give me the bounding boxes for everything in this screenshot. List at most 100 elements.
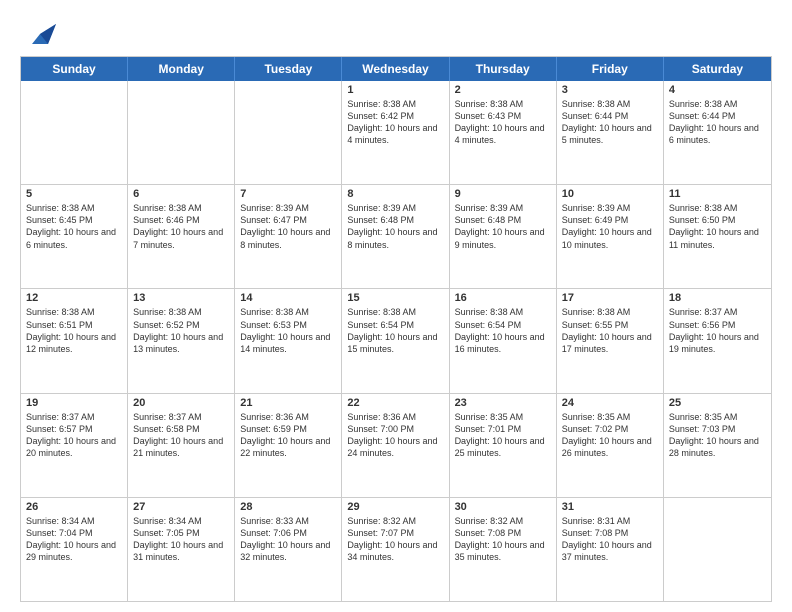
day-info: Sunrise: 8:35 AM Sunset: 7:01 PM Dayligh… — [455, 411, 551, 460]
day-header-thursday: Thursday — [450, 57, 557, 81]
day-info: Sunrise: 8:37 AM Sunset: 6:57 PM Dayligh… — [26, 411, 122, 460]
logo — [20, 16, 56, 48]
day-number: 24 — [562, 397, 658, 409]
day-cell-2: 2 Sunrise: 8:38 AM Sunset: 6:43 PM Daylig… — [450, 81, 557, 184]
day-cell-13: 13Sunrise: 8:38 AM Sunset: 6:52 PM Dayli… — [128, 289, 235, 392]
calendar-body: 1 Sunrise: 8:38 AM Sunset: 6:42 PM Daylig… — [21, 81, 771, 601]
day-cell-7: 7 Sunrise: 8:39 AM Sunset: 6:47 PM Daylig… — [235, 185, 342, 288]
day-header-friday: Friday — [557, 57, 664, 81]
day-cell-9: 9 Sunrise: 8:39 AM Sunset: 6:48 PM Daylig… — [450, 185, 557, 288]
day-info: Sunrise: 8:39 AM Sunset: 6:47 PM Dayligh… — [240, 202, 336, 251]
day-cell-23: 23 Sunrise: 8:35 AM Sunset: 7:01 PM Dayli… — [450, 394, 557, 497]
calendar-row-0: 1 Sunrise: 8:38 AM Sunset: 6:42 PM Daylig… — [21, 81, 771, 184]
day-info: Sunrise: 8:31 AM Sunset: 7:08 PM Dayligh… — [562, 515, 658, 564]
day-cell-17: 17 Sunrise: 8:38 AM Sunset: 6:55 PM Dayli… — [557, 289, 664, 392]
day-cell-12: 12Sunrise: 8:38 AM Sunset: 6:51 PM Dayli… — [21, 289, 128, 392]
day-cell-28: 28Sunrise: 8:33 AM Sunset: 7:06 PM Dayli… — [235, 498, 342, 601]
day-number: 10 — [562, 188, 658, 200]
day-number: 27 — [133, 501, 229, 513]
day-cell-5: 5 Sunrise: 8:38 AM Sunset: 6:45 PM Daylig… — [21, 185, 128, 288]
day-number: 7 — [240, 188, 336, 200]
day-info: Sunrise: 8:38 AM Sunset: 6:54 PM Dayligh… — [455, 306, 551, 355]
day-number: 6 — [133, 188, 229, 200]
empty-cell — [664, 498, 771, 601]
day-info: Sunrise: 8:38 AM Sunset: 6:54 PM Dayligh… — [347, 306, 443, 355]
page: SundayMondayTuesdayWednesdayThursdayFrid… — [0, 0, 792, 612]
empty-cell — [21, 81, 128, 184]
day-info: Sunrise: 8:38 AM Sunset: 6:43 PM Dayligh… — [455, 98, 551, 147]
day-number: 30 — [455, 501, 551, 513]
day-number: 31 — [562, 501, 658, 513]
day-number: 1 — [347, 84, 443, 96]
day-number: 14 — [240, 292, 336, 304]
day-info: Sunrise: 8:38 AM Sunset: 6:53 PM Dayligh… — [240, 306, 336, 355]
day-number: 21 — [240, 397, 336, 409]
day-info: Sunrise: 8:38 AM Sunset: 6:55 PM Dayligh… — [562, 306, 658, 355]
day-info: Sunrise: 8:38 AM Sunset: 6:46 PM Dayligh… — [133, 202, 229, 251]
day-number: 22 — [347, 397, 443, 409]
day-info: Sunrise: 8:36 AM Sunset: 6:59 PM Dayligh… — [240, 411, 336, 460]
empty-cell — [235, 81, 342, 184]
day-header-sunday: Sunday — [21, 57, 128, 81]
day-number: 23 — [455, 397, 551, 409]
day-cell-24: 24Sunrise: 8:35 AM Sunset: 7:02 PM Dayli… — [557, 394, 664, 497]
day-header-wednesday: Wednesday — [342, 57, 449, 81]
day-number: 17 — [562, 292, 658, 304]
day-info: Sunrise: 8:38 AM Sunset: 6:42 PM Dayligh… — [347, 98, 443, 147]
day-number: 5 — [26, 188, 122, 200]
day-cell-8: 8 Sunrise: 8:39 AM Sunset: 6:48 PM Daylig… — [342, 185, 449, 288]
day-header-monday: Monday — [128, 57, 235, 81]
calendar-row-2: 12Sunrise: 8:38 AM Sunset: 6:51 PM Dayli… — [21, 288, 771, 392]
day-number: 25 — [669, 397, 766, 409]
day-number: 29 — [347, 501, 443, 513]
day-cell-14: 14 Sunrise: 8:38 AM Sunset: 6:53 PM Dayli… — [235, 289, 342, 392]
day-info: Sunrise: 8:38 AM Sunset: 6:50 PM Dayligh… — [669, 202, 766, 251]
day-info: Sunrise: 8:32 AM Sunset: 7:08 PM Dayligh… — [455, 515, 551, 564]
day-number: 26 — [26, 501, 122, 513]
calendar-row-1: 5 Sunrise: 8:38 AM Sunset: 6:45 PM Daylig… — [21, 184, 771, 288]
day-number: 3 — [562, 84, 658, 96]
day-cell-27: 27 Sunrise: 8:34 AM Sunset: 7:05 PM Dayli… — [128, 498, 235, 601]
day-info: Sunrise: 8:34 AM Sunset: 7:05 PM Dayligh… — [133, 515, 229, 564]
day-number: 18 — [669, 292, 766, 304]
day-cell-1: 1 Sunrise: 8:38 AM Sunset: 6:42 PM Daylig… — [342, 81, 449, 184]
day-cell-3: 3 Sunrise: 8:38 AM Sunset: 6:44 PM Daylig… — [557, 81, 664, 184]
day-cell-18: 18 Sunrise: 8:37 AM Sunset: 6:56 PM Dayli… — [664, 289, 771, 392]
day-cell-21: 21 Sunrise: 8:36 AM Sunset: 6:59 PM Dayli… — [235, 394, 342, 497]
calendar-row-4: 26Sunrise: 8:34 AM Sunset: 7:04 PM Dayli… — [21, 497, 771, 601]
day-info: Sunrise: 8:37 AM Sunset: 6:58 PM Dayligh… — [133, 411, 229, 460]
day-info: Sunrise: 8:39 AM Sunset: 6:48 PM Dayligh… — [455, 202, 551, 251]
logo-icon — [24, 16, 56, 48]
day-cell-6: 6 Sunrise: 8:38 AM Sunset: 6:46 PM Daylig… — [128, 185, 235, 288]
day-info: Sunrise: 8:38 AM Sunset: 6:51 PM Dayligh… — [26, 306, 122, 355]
day-info: Sunrise: 8:38 AM Sunset: 6:44 PM Dayligh… — [562, 98, 658, 147]
day-info: Sunrise: 8:39 AM Sunset: 6:48 PM Dayligh… — [347, 202, 443, 251]
day-number: 2 — [455, 84, 551, 96]
day-header-tuesday: Tuesday — [235, 57, 342, 81]
day-cell-31: 31 Sunrise: 8:31 AM Sunset: 7:08 PM Dayli… — [557, 498, 664, 601]
day-cell-4: 4Sunrise: 8:38 AM Sunset: 6:44 PM Daylig… — [664, 81, 771, 184]
day-number: 8 — [347, 188, 443, 200]
day-number: 9 — [455, 188, 551, 200]
day-info: Sunrise: 8:37 AM Sunset: 6:56 PM Dayligh… — [669, 306, 766, 355]
empty-cell — [128, 81, 235, 184]
day-info: Sunrise: 8:38 AM Sunset: 6:52 PM Dayligh… — [133, 306, 229, 355]
calendar-header: SundayMondayTuesdayWednesdayThursdayFrid… — [21, 57, 771, 81]
calendar: SundayMondayTuesdayWednesdayThursdayFrid… — [20, 56, 772, 602]
day-number: 20 — [133, 397, 229, 409]
day-cell-30: 30 Sunrise: 8:32 AM Sunset: 7:08 PM Dayli… — [450, 498, 557, 601]
day-cell-19: 19 Sunrise: 8:37 AM Sunset: 6:57 PM Dayli… — [21, 394, 128, 497]
day-cell-20: 20 Sunrise: 8:37 AM Sunset: 6:58 PM Dayli… — [128, 394, 235, 497]
day-number: 11 — [669, 188, 766, 200]
header — [20, 16, 772, 48]
day-cell-10: 10 Sunrise: 8:39 AM Sunset: 6:49 PM Dayli… — [557, 185, 664, 288]
day-number: 15 — [347, 292, 443, 304]
day-number: 28 — [240, 501, 336, 513]
day-number: 19 — [26, 397, 122, 409]
day-number: 4 — [669, 84, 766, 96]
day-info: Sunrise: 8:38 AM Sunset: 6:45 PM Dayligh… — [26, 202, 122, 251]
day-cell-25: 25Sunrise: 8:35 AM Sunset: 7:03 PM Dayli… — [664, 394, 771, 497]
day-info: Sunrise: 8:39 AM Sunset: 6:49 PM Dayligh… — [562, 202, 658, 251]
day-info: Sunrise: 8:32 AM Sunset: 7:07 PM Dayligh… — [347, 515, 443, 564]
day-cell-22: 22Sunrise: 8:36 AM Sunset: 7:00 PM Dayli… — [342, 394, 449, 497]
